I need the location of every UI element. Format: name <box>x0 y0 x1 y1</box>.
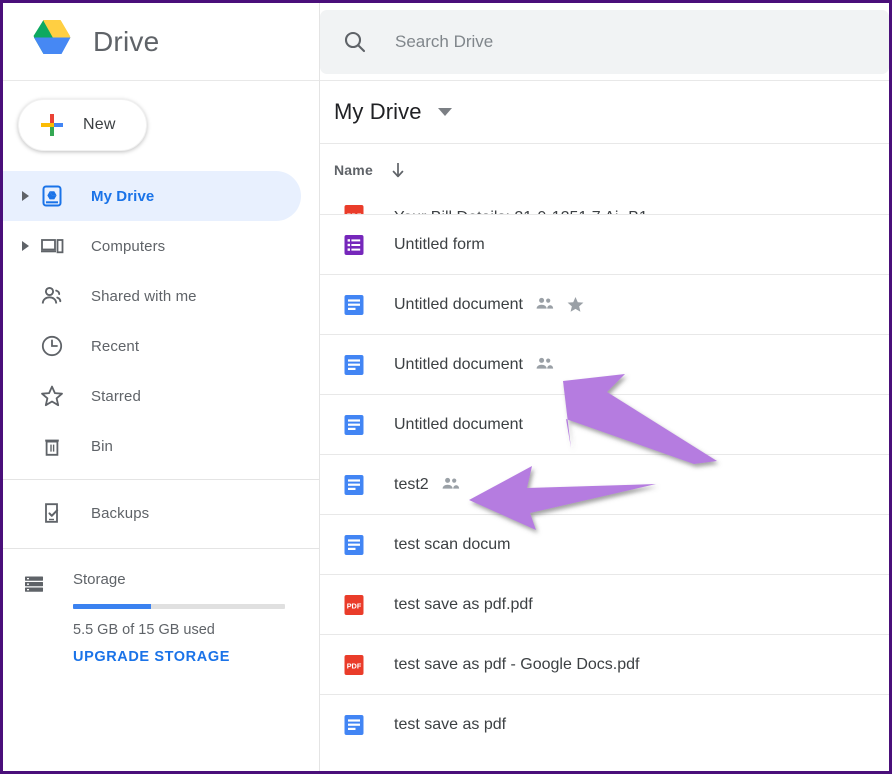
docs-icon <box>342 413 366 437</box>
search-icon <box>344 31 366 52</box>
pdf-icon: PDF <box>342 593 366 617</box>
file-list: PDF Your Bill Details: 21-9-1251 7 Ai- B1… <box>320 196 889 771</box>
file-row[interactable]: PDF test save as pdf - Google Docs.pdf <box>320 634 889 694</box>
file-name: test scan docum <box>394 535 511 553</box>
storage-progress-fill <box>73 604 152 609</box>
file-name: Untitled document <box>394 295 523 313</box>
arrow-down-icon[interactable] <box>389 161 407 179</box>
sidebar-nav: My Drive Computers Shared with me Recent… <box>3 167 319 665</box>
search-bar-container <box>320 3 889 81</box>
sidebar-item-label: Computers <box>91 237 166 255</box>
pdf-icon: PDF <box>342 203 366 214</box>
breadcrumb-title[interactable]: My Drive <box>334 99 422 125</box>
drive-window: Drive New My Drive Computers Shared with… <box>0 0 892 774</box>
sidebar-divider <box>3 479 319 480</box>
sidebar-item-bin[interactable]: Bin <box>3 421 301 471</box>
storage-used-text: 5.5 GB of 15 GB used <box>73 622 215 638</box>
sidebar-item-my-drive[interactable]: My Drive <box>3 171 301 221</box>
brand-header: Drive <box>3 3 319 81</box>
chevron-down-icon[interactable] <box>437 108 452 116</box>
file-name: Untitled document <box>394 355 523 373</box>
docs-icon <box>342 293 366 317</box>
file-name: Untitled document <box>394 415 523 433</box>
sidebar-item-label: Recent <box>91 337 140 355</box>
star-icon <box>39 383 65 409</box>
clock-icon <box>39 333 65 359</box>
file-name: Your Bill Details: 21-9-1251 7 Ai- B1 <box>394 209 648 214</box>
expand-caret-icon[interactable] <box>17 238 33 254</box>
file-name: test save as pdf <box>394 715 507 733</box>
upgrade-storage-link[interactable]: UPGRADE STORAGE <box>73 649 303 665</box>
app-layout: Drive New My Drive Computers Shared with… <box>3 3 889 771</box>
docs-icon <box>342 533 366 557</box>
storage-icon <box>21 571 47 597</box>
file-row[interactable]: PDF test save as pdf.pdf <box>320 574 889 634</box>
file-name: Untitled form <box>394 235 485 253</box>
storage-section: Storage 5.5 GB of 15 GB used UPGRADE STO… <box>3 549 319 665</box>
brand-title: Drive <box>93 25 160 57</box>
file-name: test2 <box>394 475 429 493</box>
breadcrumb: My Drive <box>320 81 889 144</box>
sidebar-item-backups[interactable]: Backups <box>3 488 301 538</box>
google-drive-logo <box>33 19 71 54</box>
docs-icon <box>342 353 366 377</box>
file-row[interactable]: Untitled document <box>320 274 889 334</box>
plus-icon <box>41 114 63 136</box>
shared-icon <box>535 355 554 374</box>
file-name: test save as pdf.pdf <box>394 595 533 613</box>
shared-icon <box>535 295 554 314</box>
file-row[interactable]: Untitled form <box>320 214 889 274</box>
storage-body: Storage 5.5 GB of 15 GB used UPGRADE STO… <box>73 571 319 665</box>
sidebar-item-label: My Drive <box>91 187 155 205</box>
sidebar: Drive New My Drive Computers Shared with… <box>3 3 320 771</box>
sidebar-item-shared-with-me[interactable]: Shared with me <box>3 271 301 321</box>
main-content: My Drive Name PDF Your Bill Details: 21-9… <box>320 3 889 771</box>
sidebar-item-label: Bin <box>91 437 113 455</box>
star-icon[interactable] <box>566 295 585 314</box>
shared-with-me-icon <box>39 283 65 309</box>
storage-title: Storage <box>73 571 126 588</box>
sidebar-item-starred[interactable]: Starred <box>3 371 301 421</box>
computers-icon <box>39 233 65 259</box>
new-button[interactable]: New <box>18 99 147 151</box>
file-row[interactable]: Untitled document <box>320 394 889 454</box>
svg-text:PDF: PDF <box>347 661 362 670</box>
file-row[interactable]: test2 <box>320 454 889 514</box>
docs-icon <box>342 713 366 737</box>
sidebar-item-label: Shared with me <box>91 287 197 305</box>
sidebar-item-recent[interactable]: Recent <box>3 321 301 371</box>
shared-icon <box>441 475 460 494</box>
file-row[interactable]: Untitled document <box>320 334 889 394</box>
new-button-container: New <box>3 81 319 167</box>
sidebar-item-label: Backups <box>91 504 150 522</box>
column-header: Name <box>320 144 889 196</box>
backups-icon <box>39 500 65 526</box>
sidebar-item-label: Starred <box>91 387 141 405</box>
sidebar-item-computers[interactable]: Computers <box>3 221 301 271</box>
file-row[interactable]: PDF Your Bill Details: 21-9-1251 7 Ai- B1 <box>320 196 889 214</box>
expand-caret-icon[interactable] <box>17 188 33 204</box>
svg-text:PDF: PDF <box>347 601 362 610</box>
my-drive-icon <box>39 183 65 209</box>
pdf-icon: PDF <box>342 653 366 677</box>
search-input[interactable] <box>393 30 831 53</box>
svg-text:PDF: PDF <box>347 211 362 214</box>
trash-icon <box>39 433 65 459</box>
search-box[interactable] <box>320 9 889 74</box>
storage-progress-bar <box>73 604 285 609</box>
file-row[interactable]: test scan docum <box>320 514 889 574</box>
file-row[interactable]: test save as pdf <box>320 694 889 754</box>
new-button-label: New <box>83 116 116 133</box>
column-header-name[interactable]: Name <box>334 162 373 178</box>
docs-icon <box>342 473 366 497</box>
forms-icon <box>342 233 366 257</box>
file-name: test save as pdf - Google Docs.pdf <box>394 655 640 673</box>
